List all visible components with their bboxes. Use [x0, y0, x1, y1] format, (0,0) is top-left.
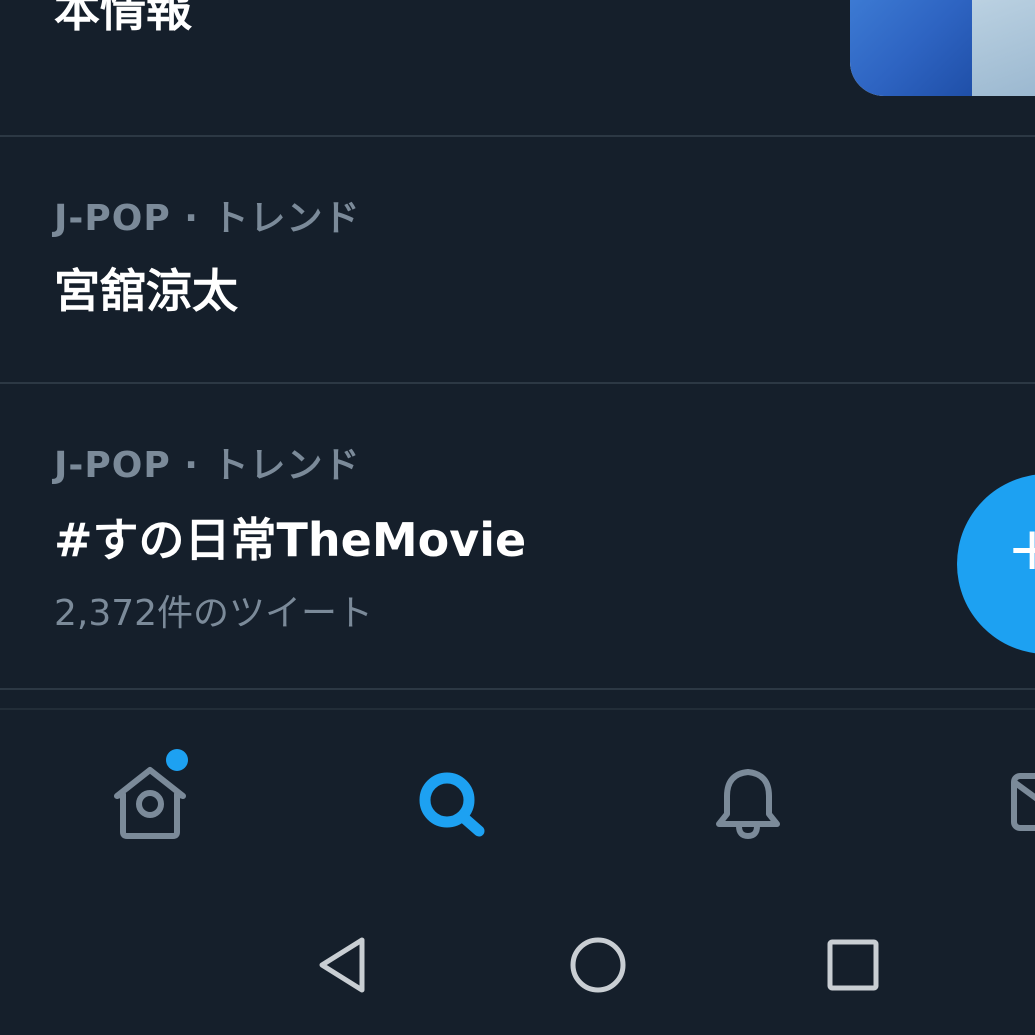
- home-circle-icon: [570, 937, 626, 993]
- trend-thumbnail-image: [850, 0, 1035, 96]
- system-recent-apps-button[interactable]: [818, 930, 888, 1000]
- nav-notifications-button[interactable]: [703, 760, 793, 850]
- recent-apps-icon: [827, 939, 879, 991]
- system-home-button[interactable]: [563, 930, 633, 1000]
- nav-messages-button[interactable]: [1000, 760, 1035, 850]
- notification-dot: [166, 749, 188, 771]
- trend-title: #すの日常TheMovie: [54, 513, 527, 567]
- nav-search-button[interactable]: [405, 760, 495, 850]
- system-back-button[interactable]: [310, 930, 380, 1000]
- thumbnail-cloth: [850, 0, 972, 96]
- plus-icon: +: [1007, 514, 1035, 584]
- trend-item[interactable]: J-POP · トレンド #すの日常TheMovie 2,372件のツイート: [0, 384, 1035, 690]
- home-icon: [114, 767, 186, 839]
- trend-item[interactable]: 本情報: [0, 0, 1035, 137]
- trend-category: J-POP · トレンド: [54, 445, 361, 486]
- mail-icon: [1011, 773, 1035, 831]
- bell-icon: [716, 769, 780, 840]
- explore-screen: 本情報 J-POP · トレンド 宮舘涼太 J-POP · トレンド #すの日常…: [0, 0, 1035, 1035]
- back-icon: [319, 937, 365, 993]
- trend-item[interactable]: J-POP · トレンド 宮舘涼太: [0, 137, 1035, 384]
- trend-title: 宮舘涼太: [54, 264, 238, 318]
- trend-title: 本情報: [54, 0, 192, 37]
- bottom-nav-divider: [0, 708, 1035, 710]
- nav-home-button[interactable]: [105, 760, 195, 850]
- search-icon: [419, 772, 485, 837]
- trend-category: J-POP · トレンド: [54, 198, 361, 239]
- trend-tweet-count: 2,372件のツイート: [54, 593, 374, 634]
